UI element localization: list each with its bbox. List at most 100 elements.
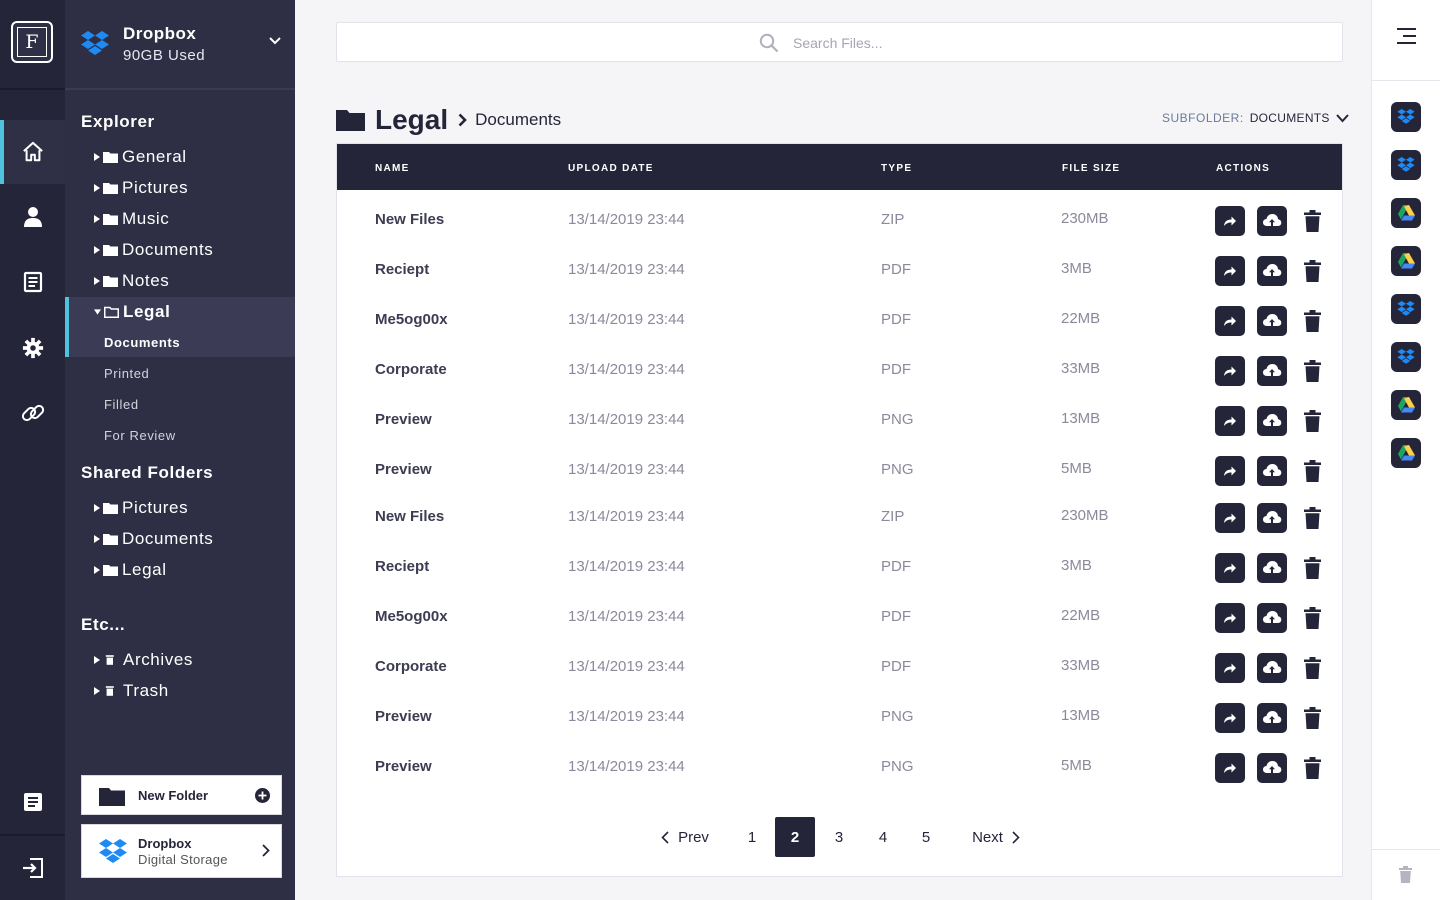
menu-icon[interactable] <box>1396 27 1417 45</box>
delete-button[interactable] <box>1297 603 1327 633</box>
page-button-3[interactable]: 3 <box>819 817 859 857</box>
delete-button[interactable] <box>1297 206 1327 236</box>
service-button-dropbox[interactable] <box>1391 102 1421 132</box>
service-button-google-drive[interactable] <box>1391 390 1421 420</box>
upload-button[interactable] <box>1257 456 1287 486</box>
delete-button[interactable] <box>1297 653 1327 683</box>
share-button[interactable] <box>1215 456 1245 486</box>
share-button[interactable] <box>1215 306 1245 336</box>
service-button-google-drive[interactable] <box>1391 198 1421 228</box>
logout-button[interactable] <box>0 836 65 900</box>
file-name[interactable]: Reciept <box>375 261 429 278</box>
file-name[interactable]: Me5og00x <box>375 608 448 625</box>
upload-button[interactable] <box>1257 753 1287 783</box>
share-button[interactable] <box>1215 503 1245 533</box>
share-button[interactable] <box>1215 356 1245 386</box>
file-name[interactable]: New Files <box>375 211 444 228</box>
share-button[interactable] <box>1215 703 1245 733</box>
account-switcher[interactable]: Dropbox 90GB Used <box>65 0 295 90</box>
subfolder-documents[interactable]: Documents <box>65 327 295 357</box>
folder-documents[interactable]: Documents <box>65 235 295 265</box>
shared-folder-pictures[interactable]: Pictures <box>65 493 295 523</box>
new-folder-button[interactable]: New Folder <box>81 775 282 815</box>
folder-general[interactable]: General <box>65 142 295 172</box>
delete-button[interactable] <box>1297 703 1327 733</box>
shared-folder-legal[interactable]: Legal <box>65 555 295 585</box>
delete-button[interactable] <box>1297 356 1327 386</box>
nav-home-button[interactable] <box>0 120 65 184</box>
upload-button[interactable] <box>1257 703 1287 733</box>
delete-button[interactable] <box>1297 553 1327 583</box>
upload-button[interactable] <box>1257 553 1287 583</box>
file-name[interactable]: Preview <box>375 461 432 478</box>
trash-item[interactable]: Trash <box>65 676 295 706</box>
table-row[interactable]: Preview 13/14/2019 23:44 PNG 5MB <box>337 744 1342 794</box>
upload-button[interactable] <box>1257 603 1287 633</box>
page-button-4[interactable]: 4 <box>863 817 903 857</box>
delete-button[interactable] <box>1297 256 1327 286</box>
prev-page-button[interactable]: Prev <box>655 817 715 857</box>
file-name[interactable]: Reciept <box>375 558 429 575</box>
search-input[interactable] <box>793 32 1093 54</box>
table-row[interactable]: New Files 13/14/2019 23:44 ZIP 230MB <box>337 494 1342 544</box>
share-button[interactable] <box>1215 553 1245 583</box>
folder-pictures[interactable]: Pictures <box>65 173 295 203</box>
table-row[interactable]: Preview 13/14/2019 23:44 PNG 13MB <box>337 397 1342 447</box>
service-button-dropbox[interactable] <box>1391 150 1421 180</box>
subfolder-filled[interactable]: Filled <box>65 389 295 419</box>
delete-button[interactable] <box>1297 456 1327 486</box>
column-header-name[interactable]: NAME <box>375 163 410 174</box>
share-button[interactable] <box>1215 406 1245 436</box>
subfolder-for-review[interactable]: For Review <box>65 420 295 450</box>
table-row[interactable]: Corporate 13/14/2019 23:44 PDF 33MB <box>337 347 1342 397</box>
file-name[interactable]: Corporate <box>375 658 447 675</box>
table-row[interactable]: Preview 13/14/2019 23:44 PNG 13MB <box>337 694 1342 744</box>
table-row[interactable]: Reciept 13/14/2019 23:44 PDF 3MB <box>337 544 1342 594</box>
nav-settings-button[interactable] <box>0 316 65 380</box>
next-page-button[interactable]: Next <box>968 817 1024 857</box>
table-row[interactable]: Reciept 13/14/2019 23:44 PDF 3MB <box>337 247 1342 297</box>
subfolder-select[interactable]: SUBFOLDER: DOCUMENTS <box>1162 111 1349 125</box>
service-button-dropbox[interactable] <box>1391 342 1421 372</box>
shared-folder-documents[interactable]: Documents <box>65 524 295 554</box>
page-button-5[interactable]: 5 <box>906 817 946 857</box>
column-header-type[interactable]: TYPE <box>881 163 912 174</box>
trash-icon[interactable] <box>1399 866 1412 883</box>
service-button-dropbox[interactable] <box>1391 294 1421 324</box>
folder-notes[interactable]: Notes <box>65 266 295 296</box>
file-name[interactable]: Preview <box>375 708 432 725</box>
delete-button[interactable] <box>1297 753 1327 783</box>
upload-button[interactable] <box>1257 206 1287 236</box>
breadcrumb-subfolder[interactable]: Documents <box>475 110 561 130</box>
share-button[interactable] <box>1215 206 1245 236</box>
page-button-2[interactable]: 2 <box>775 817 815 857</box>
table-row[interactable]: Preview 13/14/2019 23:44 PNG 5MB <box>337 447 1342 497</box>
subfolder-printed[interactable]: Printed <box>65 358 295 388</box>
table-row[interactable]: New Files 13/14/2019 23:44 ZIP 230MB <box>337 197 1342 247</box>
app-logo[interactable]: F <box>11 21 53 63</box>
service-button-google-drive[interactable] <box>1391 246 1421 276</box>
share-button[interactable] <box>1215 753 1245 783</box>
column-header-file-size[interactable]: FILE SIZE <box>1062 163 1120 174</box>
share-button[interactable] <box>1215 603 1245 633</box>
nav-notes-button[interactable] <box>0 770 65 834</box>
file-name[interactable]: Preview <box>375 411 432 428</box>
storage-card[interactable]: Dropbox Digital Storage <box>81 824 282 878</box>
file-name[interactable]: Preview <box>375 758 432 775</box>
upload-button[interactable] <box>1257 406 1287 436</box>
upload-button[interactable] <box>1257 356 1287 386</box>
upload-button[interactable] <box>1257 256 1287 286</box>
table-row[interactable]: Me5og00x 13/14/2019 23:44 PDF 22MB <box>337 594 1342 644</box>
breadcrumb-folder[interactable]: Legal <box>375 104 448 136</box>
upload-button[interactable] <box>1257 653 1287 683</box>
table-row[interactable]: Me5og00x 13/14/2019 23:44 PDF 22MB <box>337 297 1342 347</box>
nav-documents-button[interactable] <box>0 250 65 314</box>
share-button[interactable] <box>1215 256 1245 286</box>
folder-legal[interactable]: Legal <box>65 297 295 327</box>
page-button-1[interactable]: 1 <box>732 817 772 857</box>
delete-button[interactable] <box>1297 503 1327 533</box>
share-button[interactable] <box>1215 653 1245 683</box>
upload-button[interactable] <box>1257 503 1287 533</box>
archives-item[interactable]: Archives <box>65 645 295 675</box>
delete-button[interactable] <box>1297 406 1327 436</box>
